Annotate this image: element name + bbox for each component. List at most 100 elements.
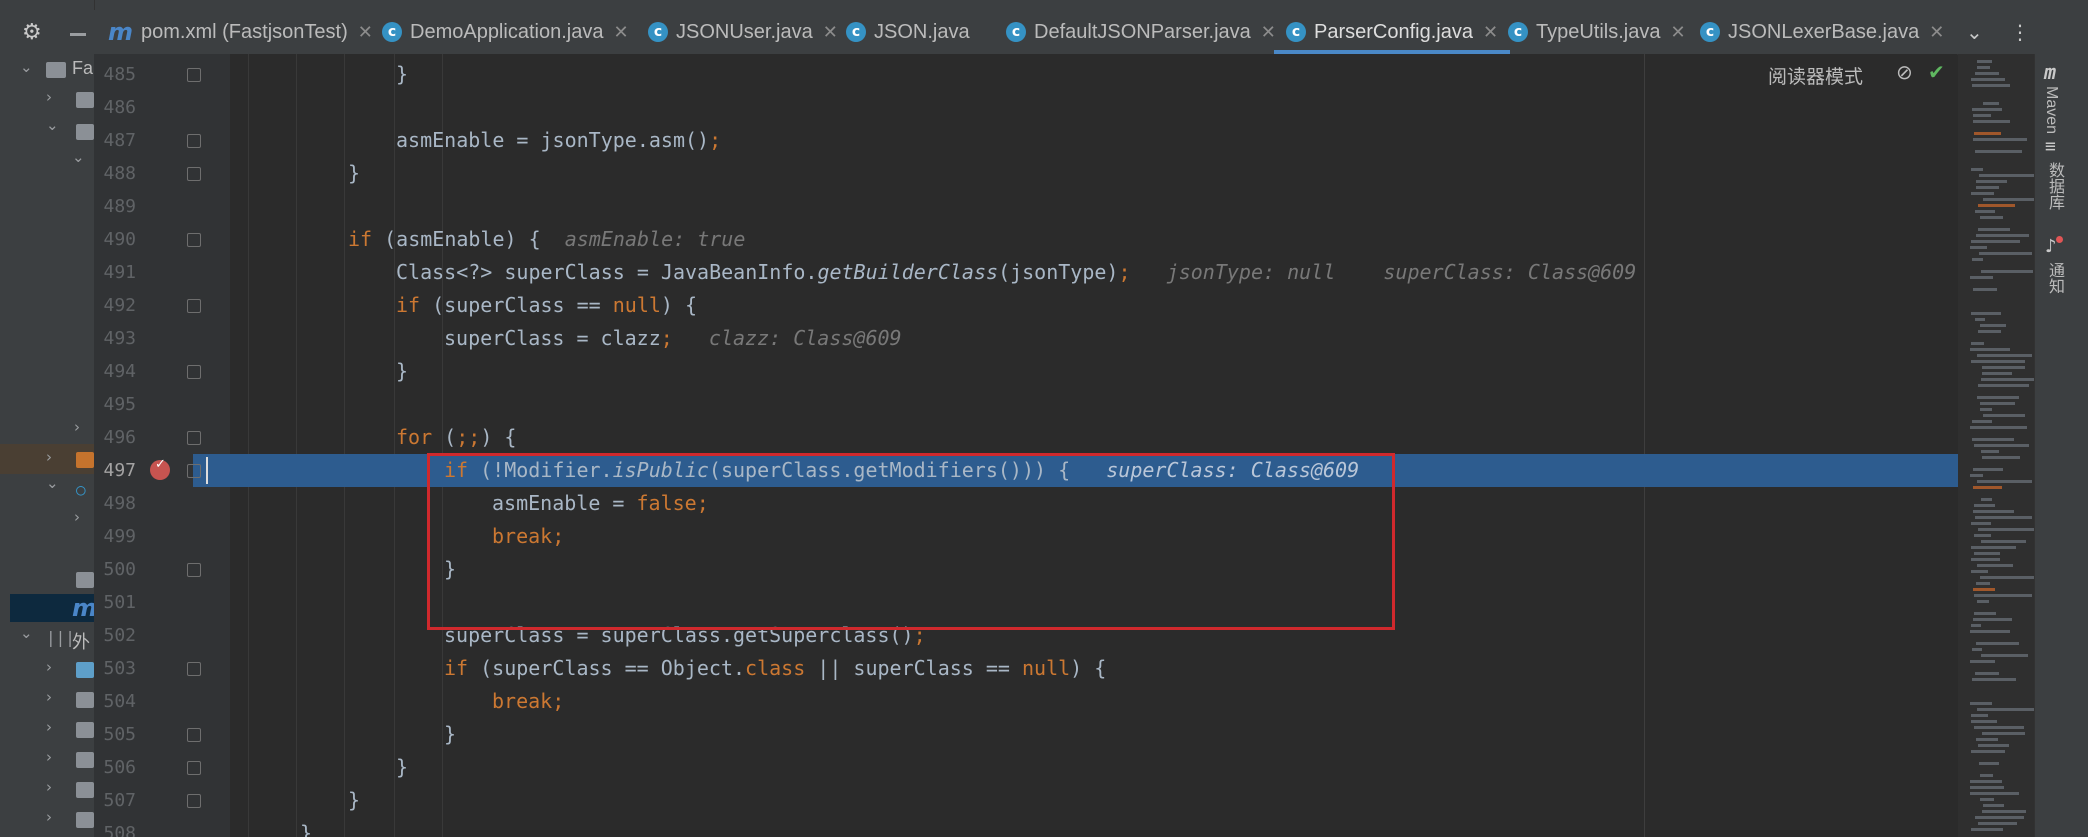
tab-json-lexer-base[interactable]: c JSONLexerBase.java ✕ (1700, 10, 1944, 54)
indent-guide (296, 54, 297, 837)
fold-marker-icon[interactable] (187, 662, 201, 676)
line-number: 485 (103, 64, 136, 85)
bell-icon[interactable]: ♪ (2045, 236, 2057, 257)
breakpoint-icon[interactable] (150, 457, 170, 480)
tab-label: JSONLexerBase.java (1728, 20, 1920, 43)
minimap-line (1979, 252, 2032, 255)
fold-marker-icon[interactable] (187, 464, 201, 478)
minimap-line (1974, 444, 2029, 447)
minimap-line (1981, 654, 2028, 657)
tree-row[interactable]: › (0, 414, 94, 444)
minimap-line (1970, 474, 1983, 477)
tab-json[interactable]: c JSON.java (846, 10, 970, 54)
minimap-line (1974, 612, 1996, 615)
close-icon[interactable]: ✕ (1929, 22, 1944, 43)
external-libs-label: 外 (72, 632, 90, 652)
minimap-line (1980, 324, 2006, 327)
code-line-485: } (396, 62, 409, 86)
close-icon[interactable]: ✕ (823, 22, 838, 43)
fold-marker-icon[interactable] (187, 431, 201, 445)
tab-parser-config[interactable]: c ParserConfig.java ✕ (1273, 10, 1511, 54)
tree-row[interactable]: › (0, 84, 94, 114)
tree-row[interactable]: ⌄ ○ (0, 474, 94, 504)
minimap-line (1971, 360, 2025, 363)
fold-marker-icon[interactable] (187, 365, 201, 379)
minimap-line (1982, 372, 2012, 375)
fold-marker-icon[interactable] (187, 794, 201, 808)
tab-label: TypeUtils.java (1536, 20, 1661, 43)
close-icon[interactable]: ✕ (358, 22, 373, 43)
code-line-503: if (superClass == Object.class || superC… (444, 656, 1107, 680)
reader-mode-button[interactable]: 阅读器模式 (1768, 62, 1863, 89)
minimap-line (1979, 762, 1999, 765)
settings-gear-icon[interactable]: ⚙ (22, 20, 42, 45)
minimap-line (1977, 66, 1990, 69)
more-options-icon[interactable]: ⋮ (2010, 10, 2030, 54)
class-icon: c (1006, 22, 1026, 42)
minimap-line (1976, 738, 1998, 741)
minimap-line (1971, 558, 2000, 561)
minimap-line (1976, 186, 1999, 189)
minimap-line (1976, 234, 2029, 237)
text-caret (206, 457, 208, 484)
tree-row[interactable]: ⌄ (0, 116, 94, 146)
fold-marker-icon[interactable] (187, 761, 201, 775)
tree-row[interactable]: › (0, 684, 94, 714)
minimap-line (1981, 540, 2026, 543)
fold-marker-icon[interactable] (187, 68, 201, 82)
minimap-line (1970, 276, 1993, 279)
tab-demo-application[interactable]: c DemoApplication.java ✕ (382, 10, 629, 54)
minimap-line (1978, 384, 2029, 387)
minimap-line (1970, 702, 1992, 705)
tree-row[interactable]: › (0, 804, 94, 834)
tab-type-utils[interactable]: c TypeUtils.java ✕ (1508, 10, 1686, 54)
close-icon[interactable]: ✕ (1671, 22, 1686, 43)
fold-marker-icon[interactable] (187, 563, 201, 577)
tab-default-json-parser[interactable]: c DefaultJSONParser.java ✕ (1006, 10, 1276, 54)
tree-row-highlighted[interactable]: › (0, 444, 94, 474)
tree-row[interactable]: › (0, 504, 94, 534)
tree-row[interactable]: › (0, 654, 94, 684)
fold-marker-icon[interactable] (187, 167, 201, 181)
tab-pom-xml[interactable]: m pom.xml (FastjsonTest) ✕ (108, 10, 373, 54)
minimap-line (1975, 210, 1995, 213)
tree-row[interactable]: › (0, 744, 94, 774)
minimap-line (1971, 624, 1981, 627)
tree-row[interactable]: ⌄ (0, 148, 94, 178)
fold-marker-icon[interactable] (187, 134, 201, 148)
collapse-icon[interactable] (70, 33, 86, 36)
tab-list-chevron-icon[interactable]: ⌄ (1966, 10, 1983, 54)
minimap-line (1982, 456, 2020, 459)
close-icon[interactable]: ✕ (1261, 22, 1276, 43)
fold-marker-icon[interactable] (187, 299, 201, 313)
minimap-line (1977, 708, 2034, 711)
maven-tool-button[interactable]: Maven (2042, 86, 2060, 134)
close-icon[interactable]: ✕ (613, 22, 628, 43)
line-number: 491 (103, 262, 136, 283)
minimap-line (1978, 204, 2015, 207)
minimap-line (1977, 480, 2032, 483)
line-number: 492 (103, 295, 136, 316)
line-number: 503 (103, 658, 136, 679)
tree-row-external-libs[interactable]: ⌄ ||| 外 (0, 624, 94, 654)
class-icon: c (846, 22, 866, 42)
maven-icon[interactable]: m (2044, 60, 2056, 84)
database-tool-button[interactable]: 数据库 (2042, 162, 2066, 210)
inspection-ok-icon[interactable]: ✔ (1928, 60, 1945, 84)
hide-eye-icon[interactable]: ⊘ (1896, 60, 1913, 84)
tree-row-selected[interactable]: m (10, 594, 97, 622)
tree-row[interactable] (0, 564, 94, 594)
tab-jsonuser[interactable]: c JSONUser.java ✕ (648, 10, 838, 54)
line-number: 500 (103, 559, 136, 580)
minimap-line (1970, 660, 1995, 663)
fold-marker-icon[interactable] (187, 233, 201, 247)
close-icon[interactable]: ✕ (1483, 22, 1498, 43)
tree-row[interactable]: › (0, 774, 94, 804)
line-number: 501 (103, 592, 136, 613)
fold-marker-icon[interactable] (187, 728, 201, 742)
class-icon: c (648, 22, 668, 42)
database-icon[interactable]: ≡ (2045, 136, 2056, 157)
notifications-tool-button[interactable]: 通知 (2042, 262, 2066, 294)
tree-row[interactable]: › (0, 714, 94, 744)
tree-row-root[interactable]: ⌄ Fa (0, 54, 94, 84)
